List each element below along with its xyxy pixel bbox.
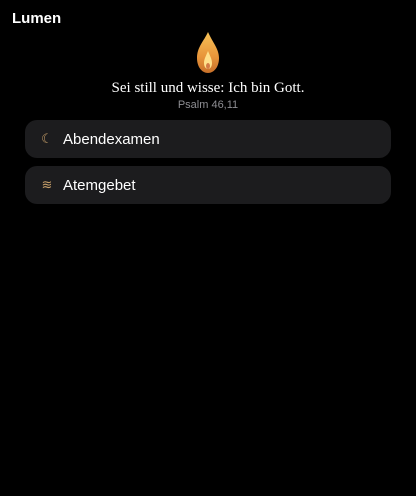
verse-reference: Psalm 46,11 [177,99,239,111]
menu-item-abendexamen[interactable]: ☾ Abendexamen [25,120,391,158]
moon-icon: ☾ [41,131,53,147]
candle-flame-icon [197,32,219,73]
menu-item-label: Abendexamen [63,130,160,148]
menu-item-label: Atemgebet [63,176,136,194]
verse-text: Sei still und wisse: Ich bin Gott. [111,80,305,96]
breath-waves-icon: ≋ [41,177,53,193]
menu-list: ☾ Abendexamen ≋ Atemgebet [25,120,391,212]
app-title: Lumen [12,10,62,27]
menu-item-atemgebet[interactable]: ≋ Atemgebet [25,166,391,204]
